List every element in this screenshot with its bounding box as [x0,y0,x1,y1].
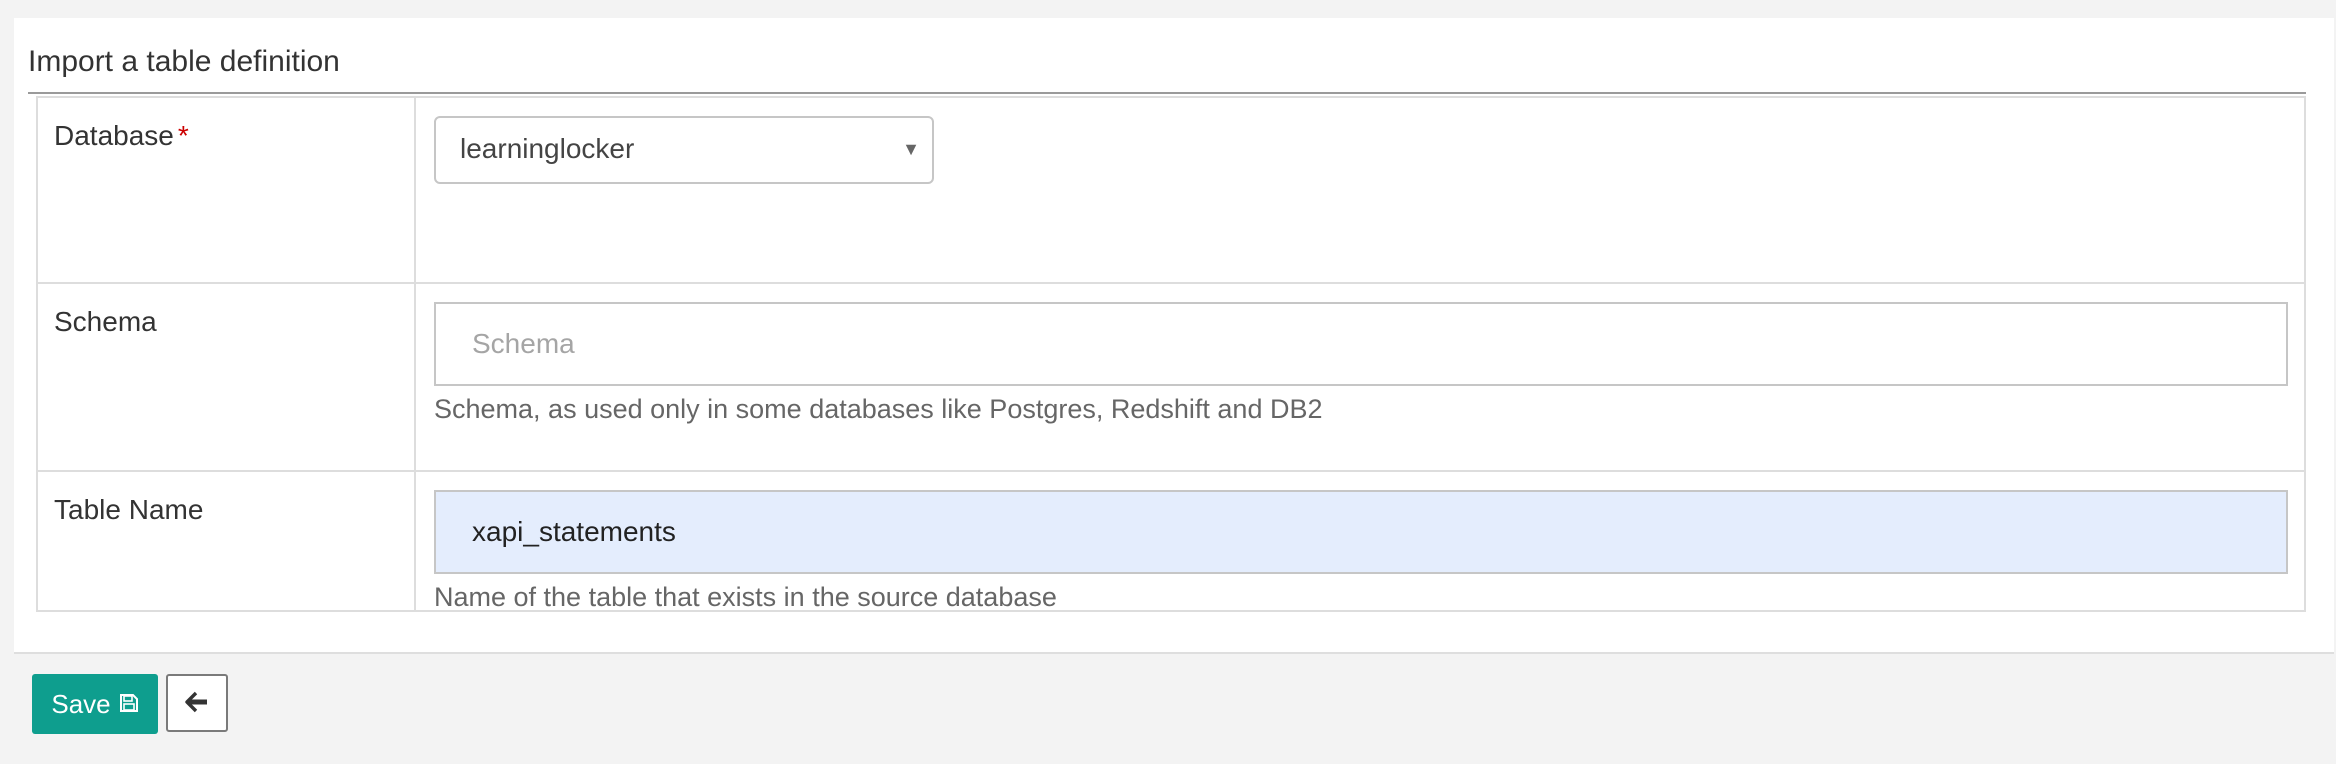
table-name-help-text: Name of the table that exists in the sou… [434,582,1057,612]
table-name-input[interactable] [434,490,2288,574]
table-name-label: Table Name [38,472,416,610]
form-footer: Save [14,652,2334,752]
caret-down-icon: ▼ [902,139,920,159]
schema-input[interactable] [434,302,2288,386]
arrow-left-icon [185,691,209,716]
database-label-text: Database [54,120,174,151]
database-row: Database * learninglocker ▼ [38,98,2304,284]
table-name-field: Name of the table that exists in the sou… [434,472,2288,612]
form-title: Import a table definition [28,42,2306,94]
database-select[interactable]: learninglocker ▼ [434,116,934,184]
table-name-row: Table Name Name of the table that exists… [38,472,2304,612]
database-label: Database * [38,98,416,282]
schema-label-text: Schema [54,306,157,337]
back-button[interactable] [166,674,228,732]
schema-help-text: Schema, as used only in some databases l… [434,394,1323,424]
schema-row: Schema Schema, as used only in some data… [38,284,2304,472]
save-label: Save [51,688,111,719]
floppy-disk-icon [119,689,139,720]
table-name-label-text: Table Name [54,494,204,525]
database-select-value: learninglocker [460,133,635,164]
schema-field: Schema, as used only in some databases l… [434,284,2288,470]
required-marker: * [177,120,189,151]
save-button[interactable]: Save [32,674,158,734]
schema-label: Schema [38,284,416,470]
form-table: Database * learninglocker ▼ Schema Schema… [36,96,2306,612]
database-field: learninglocker ▼ [434,98,2288,282]
